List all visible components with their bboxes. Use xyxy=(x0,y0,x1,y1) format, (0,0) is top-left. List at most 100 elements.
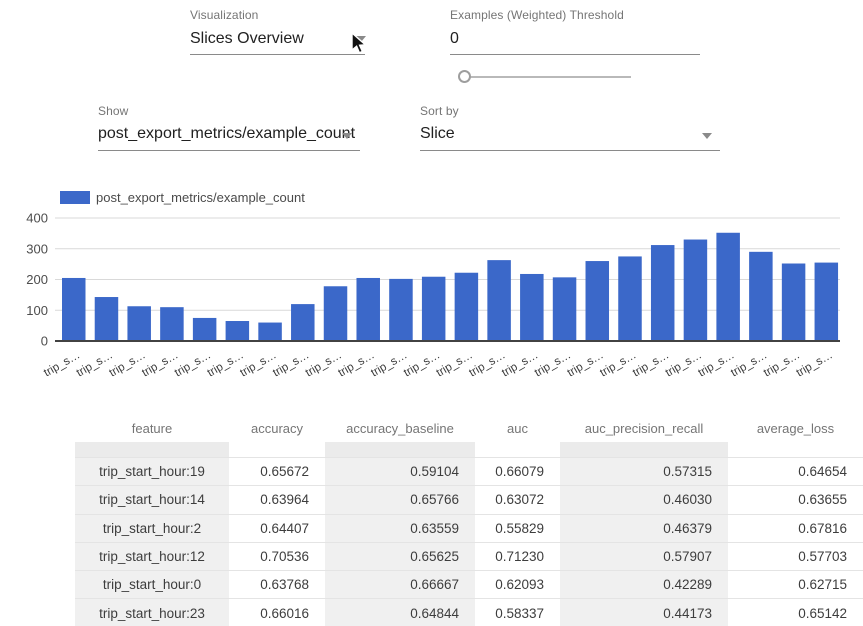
cell-average_loss: 0.67816 xyxy=(728,515,863,542)
table-row: trip_start_hour:190.656720.591040.660790… xyxy=(75,457,863,485)
bar[interactable] xyxy=(553,277,577,341)
cell-feature: trip_start_hour:0 xyxy=(75,571,229,598)
table-row: trip_start_hour:230.660160.648440.583370… xyxy=(75,598,863,626)
column-header-accuracy_baseline[interactable]: accuracy_baseline xyxy=(325,400,475,442)
cell-auc: 0.62093 xyxy=(475,571,560,598)
column-header-accuracy[interactable]: accuracy xyxy=(229,400,325,442)
bar[interactable] xyxy=(749,252,773,341)
cell-auc: 0.66079 xyxy=(475,458,560,485)
cell-auc_precision_recall: 0.57315 xyxy=(560,458,728,485)
cell-accuracy: 0.70536 xyxy=(229,543,325,570)
cell-average_loss: 0.63655 xyxy=(728,486,863,513)
bar[interactable] xyxy=(651,245,675,341)
x-axis-tick-label: trip_s… xyxy=(140,349,180,379)
x-axis-tick-label: trip_s… xyxy=(173,349,213,379)
bar[interactable] xyxy=(193,318,217,341)
bar[interactable] xyxy=(356,278,380,341)
show-label: Show xyxy=(98,104,360,118)
table-row: trip_start_hour:20.644070.635590.558290.… xyxy=(75,514,863,542)
threshold-slider-track[interactable] xyxy=(462,76,631,78)
x-axis-tick-label: trip_s… xyxy=(500,349,540,379)
bar[interactable] xyxy=(258,323,282,341)
bar[interactable] xyxy=(455,273,479,341)
y-axis-tick-label: 0 xyxy=(41,334,48,349)
x-axis-tick-label: trip_s… xyxy=(107,349,147,379)
column-filter-accuracy[interactable] xyxy=(229,442,325,457)
bar[interactable] xyxy=(226,321,250,341)
cell-feature: trip_start_hour:12 xyxy=(75,543,229,570)
cell-average_loss: 0.64654 xyxy=(728,458,863,485)
x-axis-tick-label: trip_s… xyxy=(271,349,311,379)
visualization-label: Visualization xyxy=(190,8,365,22)
bar[interactable] xyxy=(716,233,740,341)
bar[interactable] xyxy=(291,304,315,341)
bar[interactable] xyxy=(487,260,511,341)
x-axis-tick-label: trip_s… xyxy=(598,349,638,379)
show-value: post_export_metrics/example_count xyxy=(98,125,360,150)
bar[interactable] xyxy=(782,264,806,341)
bar[interactable] xyxy=(160,307,184,341)
bar[interactable] xyxy=(684,240,708,341)
column-header-feature[interactable]: feature xyxy=(75,400,229,442)
cell-accuracy_baseline: 0.65766 xyxy=(325,486,475,513)
cell-accuracy: 0.65672 xyxy=(229,458,325,485)
sort-by-select[interactable]: Sort by Slice xyxy=(420,104,720,151)
sort-by-label: Sort by xyxy=(420,104,720,118)
visualization-underline xyxy=(190,54,365,55)
x-axis-tick-label: trip_s… xyxy=(631,349,671,379)
visualization-select[interactable]: Visualization Slices Overview xyxy=(190,8,365,55)
x-axis-tick-label: trip_s… xyxy=(696,349,736,379)
bar[interactable] xyxy=(127,306,151,341)
x-axis-tick-label: trip_s… xyxy=(75,349,115,379)
threshold-input[interactable]: 0 xyxy=(450,30,700,54)
y-axis-tick-label: 100 xyxy=(26,303,48,318)
x-axis-tick-label: trip_s… xyxy=(304,349,344,379)
metrics-table: featureaccuracyaccuracy_baselineaucauc_p… xyxy=(75,400,863,626)
x-axis-tick-label: trip_s… xyxy=(369,349,409,379)
cell-auc_precision_recall: 0.46030 xyxy=(560,486,728,513)
x-axis-tick-label: trip_s… xyxy=(533,349,573,379)
cell-accuracy_baseline: 0.63559 xyxy=(325,515,475,542)
column-filter-average_loss[interactable] xyxy=(728,442,863,457)
column-filter-feature[interactable] xyxy=(75,442,229,457)
slicing-metrics-browser: Visualization Slices Overview Examples (… xyxy=(0,0,863,626)
mouse-cursor-icon xyxy=(350,32,370,56)
column-filter-auc[interactable] xyxy=(475,442,560,457)
bar[interactable] xyxy=(95,297,119,341)
x-axis-tick-label: trip_s… xyxy=(729,349,769,379)
threshold-label: Examples (Weighted) Threshold xyxy=(450,8,700,22)
cell-accuracy_baseline: 0.64844 xyxy=(325,599,475,626)
chevron-down-icon[interactable] xyxy=(342,133,352,139)
column-filter-accuracy_baseline[interactable] xyxy=(325,442,475,457)
bar[interactable] xyxy=(62,278,86,341)
y-axis-tick-label: 400 xyxy=(26,211,48,226)
cell-auc: 0.71230 xyxy=(475,543,560,570)
cell-accuracy: 0.63964 xyxy=(229,486,325,513)
threshold-underline xyxy=(450,54,700,55)
show-select[interactable]: Show post_export_metrics/example_count xyxy=(98,104,360,151)
bar[interactable] xyxy=(389,279,413,341)
x-axis-tick-label: trip_s… xyxy=(794,349,834,379)
x-axis-tick-label: trip_s… xyxy=(206,349,246,379)
cell-auc: 0.55829 xyxy=(475,515,560,542)
threshold-slider-thumb[interactable] xyxy=(458,70,471,83)
bar[interactable] xyxy=(618,256,642,341)
column-header-average_loss[interactable]: average_loss xyxy=(728,400,863,442)
cell-auc_precision_recall: 0.57907 xyxy=(560,543,728,570)
table-row: trip_start_hour:140.639640.657660.630720… xyxy=(75,485,863,513)
chevron-down-icon[interactable] xyxy=(702,133,712,139)
sort-by-underline xyxy=(420,150,720,151)
cell-accuracy: 0.63768 xyxy=(229,571,325,598)
bar[interactable] xyxy=(324,286,348,341)
x-axis-tick-label: trip_s… xyxy=(467,349,507,379)
bar[interactable] xyxy=(586,261,610,341)
bar[interactable] xyxy=(815,263,839,341)
bar[interactable] xyxy=(422,277,446,341)
cell-accuracy_baseline: 0.65625 xyxy=(325,543,475,570)
cell-auc_precision_recall: 0.46379 xyxy=(560,515,728,542)
column-filter-auc_precision_recall[interactable] xyxy=(560,442,728,457)
column-header-auc_precision_recall[interactable]: auc_precision_recall xyxy=(560,400,728,442)
bar[interactable] xyxy=(520,274,544,341)
x-axis-tick-label: trip_s… xyxy=(565,349,605,379)
column-header-auc[interactable]: auc xyxy=(475,400,560,442)
